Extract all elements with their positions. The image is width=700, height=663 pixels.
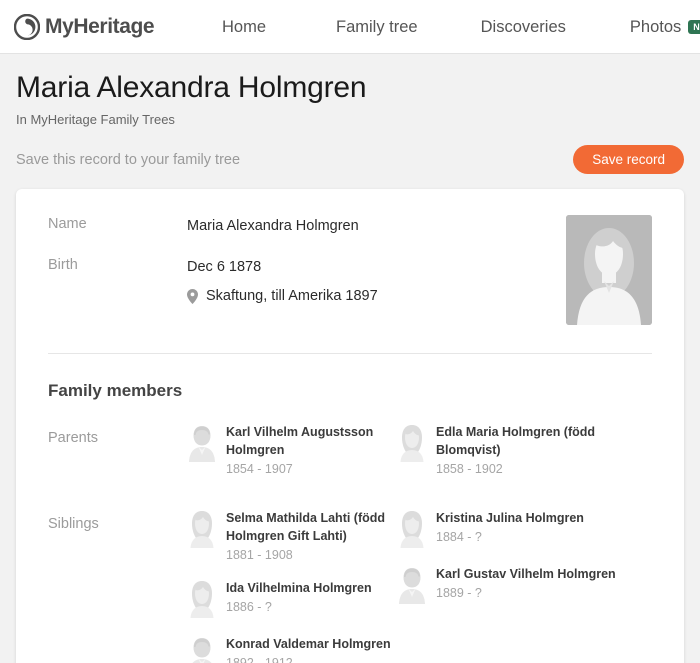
female-avatar-icon: [397, 508, 427, 549]
family-group-label: Siblings: [48, 516, 99, 533]
birth-place: Skaftung, till Amerika 1897: [187, 285, 378, 307]
save-record-hint: Save this record to your family tree: [16, 152, 241, 169]
family-member-dates: 1892 - 1912: [226, 656, 391, 663]
family-member[interactable]: Edla Maria Holmgren (född Blomqvist) 185…: [397, 422, 637, 476]
family-member-text: Karl Gustav Vilhelm Holmgren 1889 - ?: [436, 564, 616, 600]
family-group-label: Parents: [48, 429, 98, 446]
family-group-siblings: Siblings Selma Mathilda Lahti (född Holm…: [48, 508, 652, 663]
family-member[interactable]: Konrad Valdemar Holmgren 1892 - 1912: [187, 634, 397, 663]
family-member-text: Kristina Julina Holmgren 1884 - ?: [436, 508, 584, 544]
family-member-dates: 1854 - 1907: [226, 462, 293, 477]
family-member-name[interactable]: Selma Mathilda Lahti (född Holmgren Gift…: [226, 509, 397, 545]
family-member[interactable]: Ida Vilhelmina Holmgren 1886 - ?: [187, 578, 397, 619]
nav-link-label[interactable]: Family tree: [336, 18, 418, 37]
field-row-birth: Birth Dec 6 1878 Skaftung, till Amerika …: [48, 256, 652, 308]
family-member-dates: 1858 - 1902: [436, 462, 503, 477]
family-member-dates: 1889 - ?: [436, 586, 482, 601]
section-divider: [48, 352, 652, 354]
male-avatar-icon: [187, 422, 217, 462]
family-group-columns: Karl Vilhelm Augustsson Holmgren 1854 - …: [187, 422, 652, 492]
family-member[interactable]: Selma Mathilda Lahti (född Holmgren Gift…: [187, 508, 397, 562]
family-member[interactable]: Kristina Julina Holmgren 1884 - ?: [397, 508, 637, 549]
nav-item-family-tree[interactable]: Family tree: [336, 18, 418, 37]
family-group-parents: Parents Karl Vilhelm Augustsson Holmgren: [48, 422, 652, 492]
page-subtitle: In MyHeritage Family Trees: [16, 112, 175, 128]
family-member-text: Ida Vilhelmina Holmgren 1886 - ?: [226, 578, 372, 614]
family-member-name[interactable]: Kristina Julina Holmgren: [436, 509, 584, 527]
male-avatar-icon: [397, 564, 427, 605]
family-column-right: Edla Maria Holmgren (född Blomqvist) 185…: [397, 422, 637, 492]
location-pin-icon: [187, 289, 198, 305]
nav-link-label[interactable]: Home: [222, 18, 266, 37]
field-label: Name: [48, 216, 87, 233]
family-member-name[interactable]: Karl Vilhelm Augustsson Holmgren: [226, 423, 397, 459]
field-label: Birth: [48, 256, 78, 273]
family-member-text: Karl Vilhelm Augustsson Holmgren 1854 - …: [226, 422, 397, 476]
birth-place-text: Skaftung, till Amerika 1897: [206, 288, 378, 305]
field-row-name: Name Maria Alexandra Holmgren: [48, 215, 652, 237]
family-group-columns: Selma Mathilda Lahti (född Holmgren Gift…: [187, 508, 652, 663]
family-member-dates: 1886 - ?: [226, 600, 272, 615]
nav-item-photos[interactable]: Photos NEW: [630, 18, 700, 37]
family-member-text: Edla Maria Holmgren (född Blomqvist) 185…: [436, 422, 637, 476]
nav-links: Home Family tree Discoveries Photos NEW: [222, 0, 700, 54]
female-avatar-icon: [187, 578, 217, 619]
family-member-name[interactable]: Ida Vilhelmina Holmgren: [226, 579, 372, 597]
family-member-text: Selma Mathilda Lahti (född Holmgren Gift…: [226, 508, 397, 562]
nav-item-discoveries[interactable]: Discoveries: [481, 18, 566, 37]
logo-text: MyHeritage: [45, 14, 155, 38]
family-member-name[interactable]: Edla Maria Holmgren (född Blomqvist): [436, 423, 637, 459]
nav-item-home[interactable]: Home: [222, 18, 266, 37]
female-avatar-icon: [187, 508, 217, 549]
field-value: Dec 6 1878: [187, 258, 262, 275]
female-avatar-icon: [397, 422, 427, 462]
save-record-strip: Save this record to your family tree Sav…: [0, 131, 700, 189]
family-member-text: Konrad Valdemar Holmgren 1892 - 1912: [226, 634, 391, 663]
family-member[interactable]: Karl Vilhelm Augustsson Holmgren 1854 - …: [187, 422, 397, 476]
family-member-name[interactable]: Karl Gustav Vilhelm Holmgren: [436, 565, 616, 583]
family-member-dates: 1881 - 1908: [226, 548, 293, 563]
family-members-title: Family members: [48, 380, 183, 400]
female-avatar-placeholder-icon: [566, 215, 652, 326]
new-badge: NEW: [688, 20, 700, 34]
save-record-button[interactable]: Save record: [573, 145, 684, 175]
field-value: Maria Alexandra Holmgren: [187, 218, 359, 235]
family-column-left: Karl Vilhelm Augustsson Holmgren 1854 - …: [187, 422, 397, 492]
record-card: Name Maria Alexandra Holmgren Birth Dec …: [16, 189, 684, 663]
nav-link-label[interactable]: Discoveries: [481, 18, 566, 37]
record-photo-placeholder: [566, 215, 652, 326]
family-member-name[interactable]: Konrad Valdemar Holmgren: [226, 635, 391, 653]
myheritage-circle-logo-icon: [14, 13, 40, 40]
record-fields: Name Maria Alexandra Holmgren Birth Dec …: [48, 215, 652, 326]
myheritage-logo[interactable]: MyHeritage: [14, 13, 155, 40]
top-navigation-bar: MyHeritage Home Family tree Discoveries …: [0, 0, 700, 54]
page-header: Maria Alexandra Holmgren In MyHeritage F…: [0, 54, 700, 127]
male-avatar-icon: [187, 634, 217, 663]
family-member-dates: 1884 - ?: [436, 530, 482, 545]
family-column-left: Selma Mathilda Lahti (född Holmgren Gift…: [187, 508, 397, 663]
family-member[interactable]: Karl Gustav Vilhelm Holmgren 1889 - ?: [397, 564, 637, 605]
page-title: Maria Alexandra Holmgren: [16, 71, 367, 104]
nav-link-label[interactable]: Photos: [630, 18, 681, 37]
family-column-right: Kristina Julina Holmgren 1884 - ? Karl G…: [397, 508, 637, 663]
